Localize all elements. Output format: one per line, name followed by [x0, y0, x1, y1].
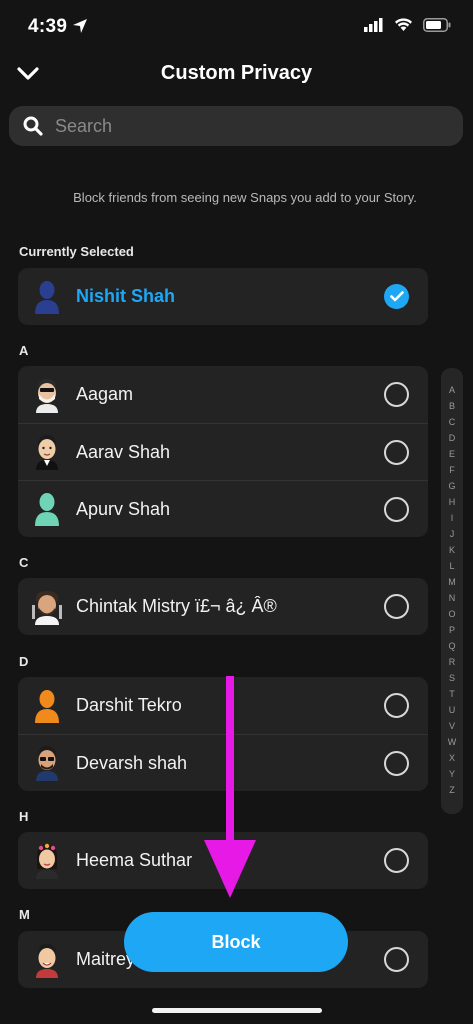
alpha-index-letter[interactable]: P: [441, 625, 463, 635]
wifi-icon: [395, 18, 412, 31]
search-icon: [23, 116, 43, 136]
alpha-index-letter[interactable]: I: [441, 513, 463, 523]
alpha-index-letter[interactable]: K: [441, 545, 463, 555]
alpha-index-letter[interactable]: G: [441, 481, 463, 491]
alpha-index-letter[interactable]: L: [441, 561, 463, 571]
select-radio[interactable]: [384, 693, 409, 718]
section-label-m: M: [19, 907, 30, 922]
bitmoji-glasses-avatar: [31, 745, 63, 781]
status-bar: 4:39: [0, 0, 473, 52]
alpha-index-letter[interactable]: W: [441, 737, 463, 747]
friends-group-d: Darshit Tekro Devarsh shah: [18, 677, 428, 791]
friends-group-h: Heema Suthar: [18, 832, 428, 889]
select-radio[interactable]: [384, 439, 409, 465]
alpha-index-letter[interactable]: S: [441, 673, 463, 683]
description-text: Block friends from seeing new Snaps you …: [73, 190, 417, 205]
home-indicator: [152, 1008, 322, 1013]
section-label-currently-selected: Currently Selected: [19, 244, 134, 259]
select-radio[interactable]: [384, 750, 409, 776]
friend-row-chintak-mistry[interactable]: Chintak Mistry ï£¬ â¿ Â®: [18, 578, 428, 635]
alpha-index-letter[interactable]: A: [441, 385, 463, 395]
select-radio[interactable]: [384, 947, 409, 972]
page-title: Custom Privacy: [160, 62, 313, 84]
friend-row-darshit-tekro[interactable]: Darshit Tekro: [18, 677, 428, 734]
friend-row-aarav-shah[interactable]: Aarav Shah: [18, 423, 428, 480]
friends-group-a: Aagam Aarav Shah Apurv Shah: [18, 366, 428, 537]
friend-row-heema-suthar[interactable]: Heema Suthar: [18, 832, 428, 889]
search-bar[interactable]: [9, 106, 463, 146]
location-arrow-icon: [73, 19, 87, 33]
alphabet-index[interactable]: ABCDEFGHIJKLMNOPQRSTUVWXYZ: [441, 368, 463, 814]
block-button[interactable]: Block: [124, 912, 348, 972]
alpha-index-letter[interactable]: Q: [441, 641, 463, 651]
friend-row-apurv-shah[interactable]: Apurv Shah: [18, 480, 428, 537]
select-radio[interactable]: [384, 848, 409, 873]
bitmoji-suit-avatar: [31, 434, 63, 470]
section-label-d: D: [19, 654, 29, 669]
status-icons: [364, 18, 451, 32]
cellular-signal-icon: [364, 18, 383, 32]
search-input[interactable]: [55, 115, 435, 137]
battery-icon: [423, 18, 451, 32]
section-label-c: C: [19, 555, 29, 570]
section-label-a: A: [19, 343, 29, 358]
alpha-index-letter[interactable]: U: [441, 705, 463, 715]
select-radio[interactable]: [384, 594, 409, 619]
alpha-index-letter[interactable]: R: [441, 657, 463, 667]
friends-group-c: Chintak Mistry ï£¬ â¿ Â®: [18, 578, 428, 635]
bitmoji-avatar: [31, 942, 63, 978]
friend-name: Apurv Shah: [76, 498, 171, 519]
friend-name: Aagam: [76, 384, 134, 404]
friend-name: Nishit Shah: [76, 286, 176, 306]
silhouette-avatar: [31, 279, 63, 315]
friend-row-nishit-shah[interactable]: Nishit Shah: [18, 268, 428, 325]
section-label-h: H: [19, 809, 29, 824]
alpha-index-letter[interactable]: Z: [441, 785, 463, 795]
bitmoji-chef-avatar: [31, 589, 63, 625]
friend-row-devarsh-shah[interactable]: Devarsh shah: [18, 734, 428, 791]
bitmoji-mask-avatar: [31, 377, 63, 413]
alpha-index-letter[interactable]: H: [441, 497, 463, 507]
alpha-index-letter[interactable]: M: [441, 577, 463, 587]
friend-name: Aarav Shah: [76, 441, 171, 462]
bitmoji-flower-avatar: [31, 843, 63, 879]
alpha-index-letter[interactable]: J: [441, 529, 463, 539]
silhouette-avatar: [31, 688, 63, 724]
alpha-index-letter[interactable]: N: [441, 593, 463, 603]
selected-friends-group: Nishit Shah: [18, 268, 428, 325]
alpha-index-letter[interactable]: O: [441, 609, 463, 619]
status-time: 4:39: [28, 16, 68, 37]
alpha-index-letter[interactable]: F: [441, 465, 463, 475]
select-radio[interactable]: [384, 496, 409, 522]
friend-name: Darshit Tekro: [76, 695, 182, 715]
friend-row-aagam[interactable]: Aagam: [18, 366, 428, 423]
header: Custom Privacy: [0, 52, 473, 96]
alpha-index-letter[interactable]: C: [441, 417, 463, 427]
select-radio[interactable]: [384, 382, 409, 407]
alpha-index-letter[interactable]: E: [441, 449, 463, 459]
alpha-index-letter[interactable]: V: [441, 721, 463, 731]
silhouette-avatar: [31, 491, 63, 527]
friend-name: Heema Suthar: [76, 850, 193, 870]
alpha-index-letter[interactable]: T: [441, 689, 463, 699]
alpha-index-letter[interactable]: Y: [441, 769, 463, 779]
friend-name: Devarsh shah: [76, 752, 188, 773]
alpha-index-letter[interactable]: X: [441, 753, 463, 763]
checkmark-icon[interactable]: [384, 284, 409, 309]
friend-name: Chintak Mistry ï£¬ â¿ Â®: [76, 596, 277, 616]
alpha-index-letter[interactable]: B: [441, 401, 463, 411]
alpha-index-letter[interactable]: D: [441, 433, 463, 443]
